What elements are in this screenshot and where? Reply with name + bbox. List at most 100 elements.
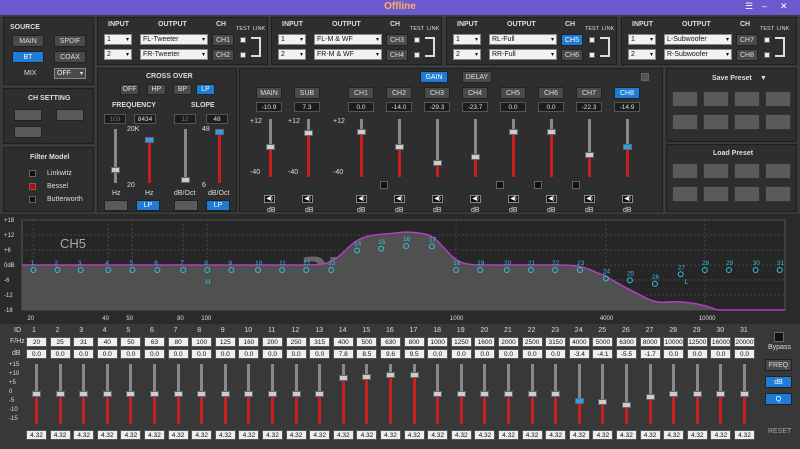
band-gain-value[interactable]: 0.0 (474, 349, 496, 359)
band-q-value[interactable]: 4.32 (238, 430, 260, 440)
band-q-value[interactable]: 4.32 (73, 430, 95, 440)
band-gain-slider[interactable] (126, 391, 136, 397)
ch-phase-checkbox[interactable] (572, 181, 580, 189)
ch-gain-value[interactable]: 0.0 (348, 102, 374, 112)
band-q-value[interactable]: 4.32 (521, 430, 543, 440)
band-q-value[interactable]: 4.32 (616, 430, 637, 440)
input-select[interactable]: 2 (628, 49, 656, 60)
ch-gain-value[interactable]: -29.3 (424, 102, 450, 112)
band-gain-slider[interactable] (433, 391, 443, 397)
link-bracket-icon[interactable] (425, 37, 435, 57)
main-mute-icon[interactable]: ◀) (264, 195, 275, 203)
band-freq-value[interactable]: 500 (356, 337, 378, 347)
xo-lp-button[interactable]: LP (196, 84, 215, 95)
ch-gain-slider[interactable] (357, 128, 366, 135)
main-gain-slider[interactable] (266, 144, 275, 150)
band-q-value[interactable]: 4.32 (663, 430, 685, 440)
reset-button[interactable]: RESET (768, 428, 791, 435)
band-gain-value[interactable]: 0.0 (167, 349, 189, 359)
band-gain-value[interactable]: 9.5 (403, 349, 425, 359)
ch-setting-button-1[interactable] (14, 109, 42, 121)
link-bracket-icon[interactable] (251, 37, 261, 57)
ch-mute-icon[interactable]: ◀) (356, 195, 367, 203)
band-freq-value[interactable]: 200 (262, 337, 283, 347)
ch-gain-slider[interactable] (395, 143, 404, 150)
ch-setting-button-2[interactable] (56, 109, 84, 121)
band-freq-value[interactable]: 80 (167, 337, 189, 347)
band-gain-slider[interactable] (574, 397, 584, 404)
band-freq-value[interactable]: 16000 (710, 337, 732, 347)
band-gain-value[interactable]: 7.8 (332, 349, 354, 359)
band-q-value[interactable]: 4.32 (639, 430, 661, 440)
ch-gain-button[interactable]: CH8 (614, 87, 640, 99)
band-q-value[interactable]: 4.32 (167, 430, 189, 440)
band-freq-value[interactable]: 8000 (639, 337, 661, 347)
save-preset-arrow-icon[interactable]: ▼ (760, 75, 767, 82)
butterworth-checkbox[interactable] (29, 196, 36, 203)
band-q-value[interactable]: 4.32 (332, 430, 354, 440)
channel-button[interactable]: CH1 (212, 34, 234, 46)
test-checkbox[interactable] (240, 37, 246, 43)
band-freq-value[interactable]: 100 (191, 337, 213, 347)
band-gain-value[interactable]: 9.6 (380, 349, 401, 359)
band-q-value[interactable]: 4.32 (144, 430, 165, 440)
band-gain-slider[interactable] (551, 391, 561, 397)
hp-type-button[interactable] (104, 200, 128, 211)
test-checkbox[interactable] (589, 52, 595, 58)
ch-gain-slider[interactable] (509, 128, 518, 135)
bessel-checkbox[interactable] (29, 183, 36, 190)
band-freq-value[interactable]: 1600 (474, 337, 496, 347)
band-gain-slider[interactable] (386, 371, 395, 378)
band-q-value[interactable]: 4.32 (356, 430, 378, 440)
test-checkbox[interactable] (240, 52, 246, 58)
link-bracket-icon[interactable] (600, 37, 610, 57)
band-freq-value[interactable]: 630 (380, 337, 401, 347)
ch-gain-value[interactable]: -14.9 (614, 102, 640, 112)
band-gain-value[interactable]: 0.0 (262, 349, 283, 359)
ch-gain-value[interactable]: 0.0 (500, 102, 526, 112)
band-gain-slider[interactable] (480, 391, 490, 397)
band-gain-value[interactable]: 0.0 (73, 349, 95, 359)
test-checkbox[interactable] (764, 37, 770, 43)
output-select[interactable]: RL-Full (489, 34, 557, 45)
ch-gain-value[interactable]: -14.0 (386, 102, 412, 112)
test-checkbox[interactable] (764, 52, 770, 58)
save-preset-slot[interactable] (672, 91, 698, 107)
band-gain-slider[interactable] (220, 391, 230, 397)
band-gain-value[interactable]: -4.1 (592, 349, 614, 359)
hp-slope-type-button[interactable] (174, 200, 198, 211)
ch-setting-button-3[interactable] (14, 126, 42, 138)
lp-type-button[interactable]: LP (136, 200, 160, 211)
band-freq-value[interactable]: 50 (120, 337, 142, 347)
band-gain-slider[interactable] (527, 391, 537, 397)
band-q-value[interactable]: 4.32 (592, 430, 614, 440)
band-gain-value[interactable]: 0.0 (734, 349, 755, 359)
band-gain-slider[interactable] (740, 391, 749, 397)
save-preset-slot[interactable] (703, 114, 729, 130)
freq-mode-button[interactable]: FREQ (765, 359, 792, 371)
lp-freq-value[interactable]: 8434 (134, 114, 156, 124)
band-gain-value[interactable]: 0.0 (521, 349, 543, 359)
ch-mute-icon[interactable]: ◀) (584, 195, 595, 203)
gain-tab[interactable]: GAIN (420, 71, 448, 83)
channel-button[interactable]: CH5 (561, 34, 583, 46)
input-select[interactable]: 1 (453, 34, 481, 45)
band-q-value[interactable]: 4.32 (26, 430, 47, 440)
channel-button[interactable]: CH2 (212, 49, 234, 61)
band-freq-value[interactable]: 125 (214, 337, 236, 347)
band-gain-value[interactable]: 0.0 (144, 349, 165, 359)
band-freq-value[interactable]: 12500 (686, 337, 708, 347)
band-q-value[interactable]: 4.32 (285, 430, 307, 440)
band-q-value[interactable]: 4.32 (450, 430, 472, 440)
band-gain-value[interactable]: 0.0 (545, 349, 567, 359)
ch-mute-icon[interactable]: ◀) (470, 195, 481, 203)
band-freq-value[interactable]: 400 (332, 337, 354, 347)
channel-button[interactable]: CH7 (736, 34, 758, 46)
save-preset-slot[interactable] (765, 91, 791, 107)
band-freq-value[interactable]: 10000 (663, 337, 685, 347)
band-gain-slider[interactable] (291, 391, 301, 397)
source-spdif-button[interactable]: SPDIF (54, 35, 86, 47)
band-gain-value[interactable]: 0.0 (191, 349, 213, 359)
band-gain-slider[interactable] (622, 402, 631, 408)
input-select[interactable]: 2 (453, 49, 481, 60)
